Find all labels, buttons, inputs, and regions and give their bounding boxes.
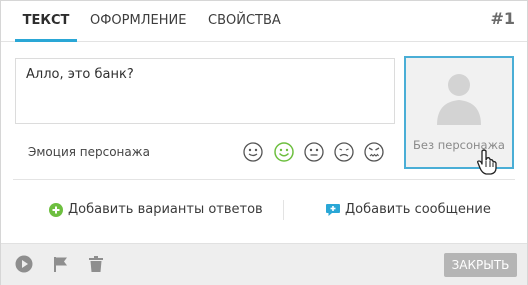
emotion-smile-icon[interactable] xyxy=(242,141,264,163)
person-silhouette-icon xyxy=(437,74,481,125)
emotion-label: Эмоция персонажа xyxy=(28,145,150,159)
tab-properties[interactable]: Свойства xyxy=(208,1,281,41)
play-icon[interactable] xyxy=(14,254,34,274)
hand-cursor-icon xyxy=(477,149,497,175)
trash-icon[interactable] xyxy=(86,254,106,274)
actions-separator xyxy=(283,200,284,220)
emotion-happy-icon[interactable] xyxy=(273,141,295,163)
message-editor-card: Текст Оформление Свойства #1 Алло, это б… xyxy=(0,0,528,285)
footer-toolbar: Закрыть xyxy=(1,243,527,285)
tab-text[interactable]: Текст xyxy=(15,1,77,42)
emotion-angry-icon[interactable] xyxy=(363,141,385,163)
divider xyxy=(13,179,515,180)
tab-bar: Текст Оформление Свойства #1 xyxy=(1,1,527,42)
message-number: #1 xyxy=(490,9,515,28)
tab-appearance[interactable]: Оформление xyxy=(90,1,186,41)
add-message-bubble-icon xyxy=(326,204,340,216)
close-button[interactable]: Закрыть xyxy=(444,253,517,277)
emotion-neutral-icon[interactable] xyxy=(303,141,325,163)
flag-icon[interactable] xyxy=(51,254,71,274)
emotion-sad-icon[interactable] xyxy=(333,141,355,163)
add-circle-icon xyxy=(49,203,63,217)
add-answers-label: Добавить варианты ответов xyxy=(68,202,263,217)
add-message-label: Добавить сообщение xyxy=(345,202,491,217)
message-text-input[interactable]: Алло, это банк? xyxy=(15,58,395,124)
